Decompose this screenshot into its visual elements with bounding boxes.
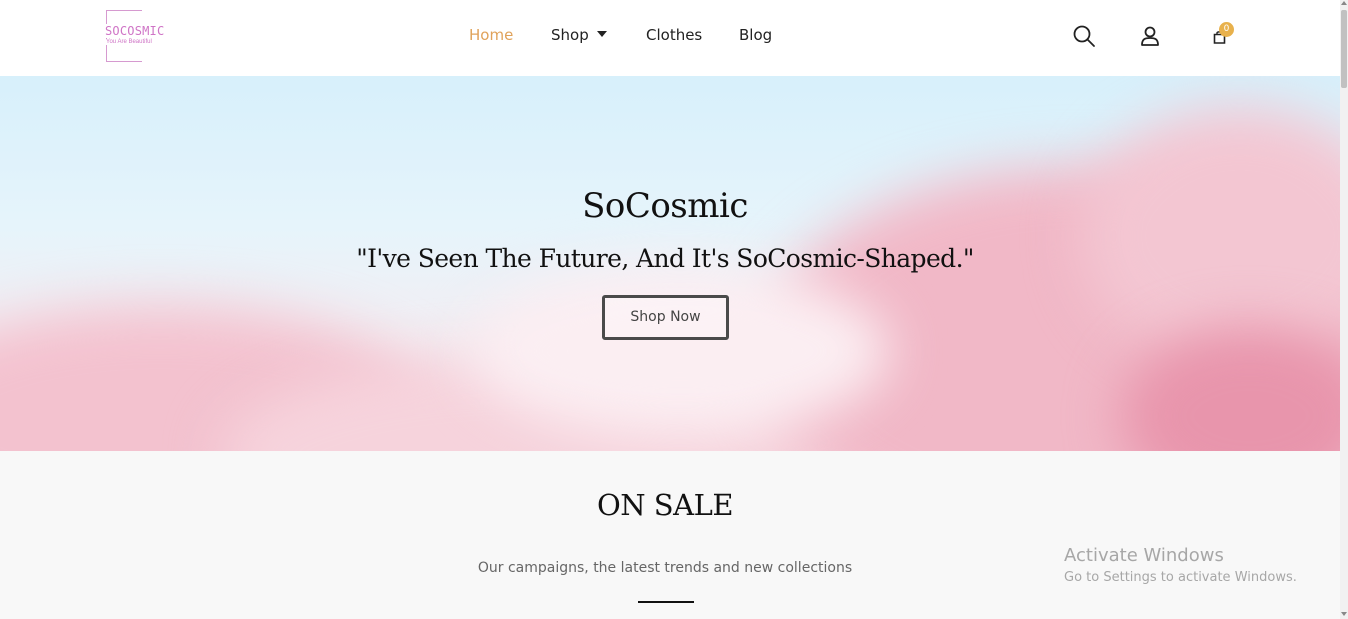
scrollbar-thumb[interactable] (1341, 10, 1347, 88)
nav-item-shop-label: Shop (551, 26, 589, 44)
section-divider (638, 601, 694, 603)
caret-down-icon (596, 30, 607, 37)
hero-banner: SoCosmic "I've Seen The Future, And It's… (0, 76, 1340, 451)
logo-name: SOCOSMIC (104, 24, 166, 38)
scroll-down-arrow-icon[interactable] (1341, 612, 1347, 616)
cloud-shape (470, 266, 890, 436)
nav-item-home[interactable]: Home (469, 26, 513, 44)
scroll-up-arrow-icon[interactable] (1341, 1, 1347, 5)
activate-windows-subtitle: Go to Settings to activate Windows. (1064, 570, 1297, 585)
cart-count-badge: 0 (1219, 22, 1234, 37)
logo-tagline: You Are Beautiful (106, 39, 152, 45)
hero-subtitle: "I've Seen The Future, And It's SoCosmic… (356, 244, 974, 273)
nav-item-shop[interactable]: Shop (551, 26, 607, 44)
shop-now-button[interactable]: Shop Now (602, 295, 729, 340)
nav-item-blog[interactable]: Blog (739, 26, 772, 44)
nav-item-clothes[interactable]: Clothes (646, 26, 702, 44)
site-logo[interactable]: SOCOSMIC You Are Beautiful (104, 10, 168, 62)
sale-title: ON SALE (596, 488, 734, 522)
activate-windows-title: Activate Windows (1064, 545, 1224, 566)
hero-title: SoCosmic (582, 186, 748, 226)
user-icon[interactable] (1140, 26, 1160, 46)
page-scrollbar[interactable] (1340, 0, 1348, 619)
site-header: SOCOSMIC You Are Beautiful Home Shop Clo… (0, 0, 1340, 76)
search-icon[interactable] (1072, 24, 1096, 48)
